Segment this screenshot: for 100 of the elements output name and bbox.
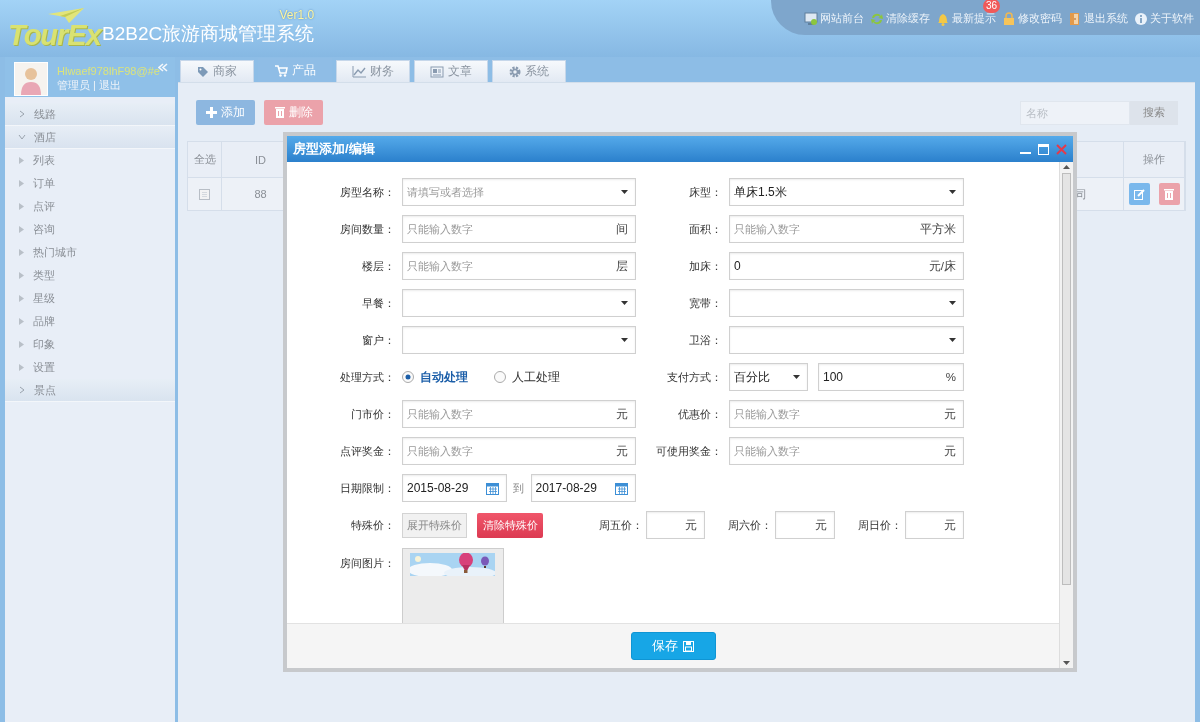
date-field[interactable]: 2015-08-29	[402, 474, 507, 502]
top-link[interactable]: 网站前台	[804, 11, 864, 26]
select-field[interactable]: 百分比	[729, 363, 808, 391]
menu-item[interactable]: 景点	[5, 379, 175, 402]
range-separator: 到	[512, 480, 524, 496]
gear-icon	[509, 65, 521, 78]
submenu-item[interactable]: 列表	[5, 149, 175, 172]
select-field[interactable]	[729, 326, 964, 354]
top-link[interactable]: 关于软件	[1134, 11, 1194, 26]
separator-text: |	[93, 78, 96, 92]
radio-label[interactable]: 人工处理	[512, 369, 560, 385]
submenu-item[interactable]: 类型	[5, 264, 175, 287]
role-link[interactable]: 管理员	[57, 78, 90, 92]
lock-icon	[1002, 11, 1016, 26]
field-label: 可使用奖金：	[656, 444, 722, 457]
triangle-icon	[19, 364, 24, 371]
field-label: 支付方式：	[667, 370, 722, 383]
unit-label: 元/床	[928, 258, 956, 274]
field-label: 周六价：	[728, 517, 773, 533]
field-label: 周日价：	[857, 517, 902, 533]
field-label: 卫浴：	[689, 333, 722, 346]
field-label: 房间图片：	[340, 557, 395, 569]
caret-icon	[949, 301, 956, 305]
scroll-down-icon[interactable]	[1063, 661, 1070, 665]
count-badge: 36	[983, 0, 1001, 13]
expand-button[interactable]: 展开特殊价	[402, 512, 468, 538]
triangle-icon	[19, 249, 24, 256]
select-field[interactable]: 请填写或者选择	[402, 178, 636, 206]
monitor-icon	[804, 11, 818, 26]
submenu-item[interactable]: 咨询	[5, 218, 175, 241]
select-field[interactable]	[402, 326, 636, 354]
bell-icon	[936, 11, 950, 26]
table-cell: 88	[254, 188, 267, 200]
top-link[interactable]: 退出系统	[1068, 11, 1128, 26]
add-button[interactable]: 添加	[196, 100, 255, 125]
submenu-item[interactable]: 订单	[5, 172, 175, 195]
maximize-icon[interactable]	[1038, 143, 1049, 155]
scroll-up-icon[interactable]	[1063, 165, 1070, 169]
submenu-item[interactable]: 设置	[5, 356, 175, 379]
field-label: 优惠价：	[678, 407, 722, 420]
submenu-item[interactable]: 品牌	[5, 310, 175, 333]
price-field[interactable]	[646, 511, 706, 539]
close-icon[interactable]	[1056, 143, 1067, 155]
unit-label: 层	[616, 258, 628, 274]
caret-icon	[621, 338, 628, 342]
tab[interactable]: 财务	[336, 60, 410, 82]
trash-icon	[274, 107, 285, 118]
select-field[interactable]	[729, 289, 964, 317]
save-icon	[683, 640, 694, 652]
submenu-item[interactable]: 印象	[5, 333, 175, 356]
top-link[interactable]: 清除缓存	[870, 11, 930, 26]
tab[interactable]: 商家	[180, 60, 254, 82]
avatar	[14, 62, 48, 96]
delete-button[interactable]	[1158, 183, 1180, 205]
triangle-icon	[19, 341, 24, 348]
scroll-thumb[interactable]	[1062, 173, 1071, 585]
checkbox[interactable]	[199, 188, 210, 200]
field-label: 门市价：	[351, 407, 395, 420]
edit-button[interactable]	[1128, 183, 1150, 205]
triangle-icon	[19, 295, 24, 302]
clear-button[interactable]: 清除特殊价	[477, 512, 544, 538]
article-icon	[430, 65, 444, 78]
price-field[interactable]	[775, 511, 835, 539]
image-upload-box[interactable]	[402, 548, 504, 623]
triangle-icon	[19, 180, 24, 187]
edit-icon	[1133, 188, 1145, 200]
field-label: 早餐：	[362, 296, 395, 309]
top-link[interactable]: 最新提示	[936, 11, 996, 26]
field-label: 楼层：	[362, 259, 395, 272]
unit-label: 元	[944, 443, 956, 459]
field-label: 加床：	[689, 259, 722, 272]
radio-button[interactable]	[402, 371, 414, 383]
logout-link[interactable]: 退出	[98, 78, 121, 92]
field-label: 房型名称：	[340, 185, 395, 198]
version-label: Ver1.0	[279, 8, 315, 22]
submenu-item[interactable]: 点评	[5, 195, 175, 218]
unit-label: 元	[616, 406, 628, 422]
collapse-icon[interactable]	[158, 63, 168, 72]
column-header[interactable]: 全选	[188, 142, 222, 178]
submenu-item[interactable]: 星级	[5, 287, 175, 310]
field-label: 周五价：	[599, 517, 644, 533]
date-field[interactable]: 2017-08-29	[530, 474, 636, 502]
field-label: 房间数量：	[340, 222, 395, 235]
select-field[interactable]	[402, 289, 636, 317]
price-field[interactable]	[904, 511, 964, 539]
save-button[interactable]: 保存	[630, 632, 716, 660]
delete-button[interactable]: 删除	[264, 100, 323, 125]
radio-label[interactable]: 自动处理	[420, 369, 468, 385]
select-field[interactable]: 单床1.5米	[729, 178, 964, 206]
scrollbar[interactable]	[1059, 162, 1073, 668]
menu-item[interactable]: 线路	[5, 103, 175, 126]
tab[interactable]: 文章	[414, 60, 488, 82]
top-link[interactable]: 修改密码	[1002, 11, 1062, 26]
search-button[interactable]: 搜索	[1130, 100, 1178, 125]
submenu-item[interactable]: 热门城市	[5, 241, 175, 264]
info-icon	[1134, 11, 1148, 26]
radio-button[interactable]	[494, 371, 506, 383]
tab[interactable]: 系统	[492, 60, 566, 82]
unit-label: 元	[944, 517, 956, 533]
field-label: 点评奖金：	[340, 444, 395, 457]
